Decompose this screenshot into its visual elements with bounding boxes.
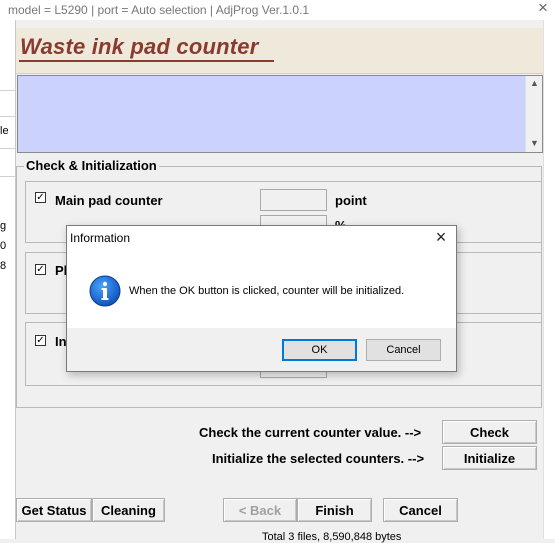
point-unit-label: point — [335, 193, 367, 208]
background-text-fragment: 0 — [0, 240, 7, 252]
page-title: Waste ink pad counter — [20, 34, 259, 59]
main-pad-counter-checkbox[interactable]: ✓ — [35, 192, 46, 203]
background-status-text: Total 3 files, 8,590,848 bytes — [262, 531, 402, 543]
background-divider — [0, 116, 15, 117]
background-text-fragment: 8 — [0, 260, 7, 272]
scroll-up-icon[interactable]: ▲ — [526, 76, 543, 90]
counter-2-checkbox[interactable]: ✓ — [35, 264, 46, 275]
initialize-button[interactable]: Initialize — [442, 446, 537, 470]
background-window-left — [0, 20, 16, 539]
main-pad-point-field — [260, 189, 327, 211]
title-underline — [19, 60, 274, 62]
finish-button[interactable]: Finish — [297, 498, 372, 522]
counter-3-label: In — [55, 334, 67, 349]
dialog-title: Information — [70, 231, 131, 245]
initialize-instruction: Initialize the selected counters. --> — [212, 451, 425, 466]
get-status-button[interactable]: Get Status — [16, 498, 92, 522]
info-icon — [89, 275, 121, 307]
cancel-button[interactable]: Cancel — [383, 498, 458, 522]
info-scrollbar[interactable]: ▲ ▼ — [525, 76, 542, 152]
info-text-area[interactable] — [17, 75, 543, 153]
check-instruction: Check the current counter value. --> — [199, 425, 422, 440]
main-pad-counter-label: Main pad counter — [55, 193, 163, 208]
dialog-message: When the OK button is clicked, counter w… — [129, 285, 405, 297]
group-legend: Check & Initialization — [24, 158, 159, 173]
background-text-fragment: le — [0, 125, 9, 137]
cleaning-button[interactable]: Cleaning — [92, 498, 165, 522]
check-button[interactable]: Check — [442, 420, 537, 444]
dialog-cancel-button[interactable]: Cancel — [366, 339, 441, 361]
background-divider — [0, 176, 15, 177]
window-close-icon[interactable]: × — [533, 0, 553, 19]
background-divider — [0, 90, 15, 91]
dialog-close-icon[interactable]: × — [431, 228, 451, 248]
window-title: model = L5290 | port = Auto selection | … — [8, 3, 310, 17]
scroll-down-icon[interactable]: ▼ — [526, 136, 543, 150]
background-text-fragment: g — [0, 220, 7, 232]
background-divider — [0, 148, 15, 149]
counter-3-checkbox[interactable]: ✓ — [35, 335, 46, 346]
background-window-right — [543, 20, 555, 539]
dialog-ok-button[interactable]: OK — [282, 339, 357, 361]
back-button[interactable]: < Back — [223, 498, 297, 522]
